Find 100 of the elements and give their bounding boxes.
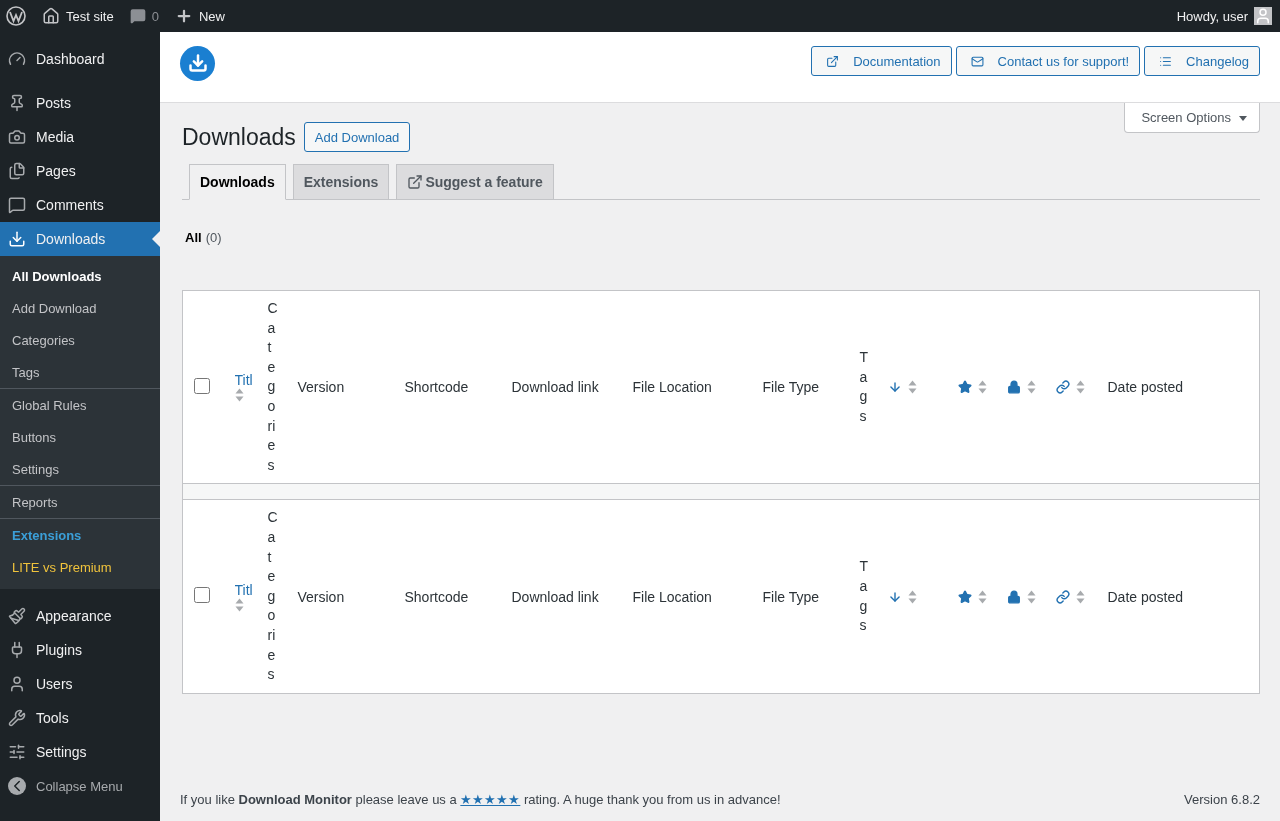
sort-arrows-icon[interactable] (977, 380, 987, 395)
camera-icon (8, 128, 26, 146)
greeting-link[interactable]: Howdy, user (1176, 8, 1248, 24)
submenu-item[interactable]: Add Download (0, 292, 160, 324)
brush-icon (8, 607, 26, 625)
submenu-item[interactable]: LITE vs Premium (0, 551, 160, 583)
chevron-circle-icon (8, 777, 26, 795)
column-header: Tags (859, 348, 868, 426)
collapse-menu-button[interactable]: Collapse Menu (0, 769, 160, 803)
list-icon (1159, 54, 1173, 68)
tab[interactable]: Extensions (292, 164, 390, 200)
link-icon (1055, 380, 1070, 395)
menu-label: Media (36, 129, 75, 145)
sort-arrows-icon[interactable] (1026, 589, 1036, 604)
menu-label: Appearance (36, 608, 112, 624)
star-icon (957, 380, 972, 395)
menu-label: Downloads (36, 231, 106, 247)
sort-arrows-icon[interactable] (234, 597, 244, 612)
menu-label: Users (36, 676, 73, 692)
column-header: File Type (762, 379, 820, 396)
menu-item[interactable]: Appearance (0, 599, 160, 633)
column-header: Version (297, 588, 345, 605)
submenu-item[interactable]: Global Rules (0, 389, 160, 421)
menu-label: Tools (36, 710, 69, 726)
menu-item[interactable]: Users (0, 667, 160, 701)
gauge-icon (8, 50, 26, 68)
submenu-item[interactable]: Buttons (0, 421, 160, 453)
submenu-item[interactable]: Tags (0, 356, 160, 388)
select-all-checkbox[interactable] (194, 587, 210, 603)
submenu-item[interactable]: All Downloads (0, 260, 160, 292)
download-logo-icon (180, 45, 215, 81)
pin-icon (8, 94, 26, 112)
arrow-down-icon (887, 589, 902, 604)
menu-item[interactable]: Posts (0, 86, 160, 120)
sort-arrows-icon[interactable] (234, 388, 244, 403)
column-header: File Type (762, 588, 820, 605)
menu-item[interactable]: Media (0, 120, 160, 154)
header-button[interactable]: Documentation (811, 46, 952, 76)
tab[interactable]: Suggest a feature (396, 164, 554, 200)
menu-item[interactable]: Plugins (0, 633, 160, 667)
column-header: Categories (267, 508, 276, 685)
submenu-item[interactable]: Categories (0, 324, 160, 356)
rating-link[interactable]: ★★★★★ (460, 791, 521, 807)
header-button[interactable]: Contact us for support! (955, 46, 1141, 76)
avatar-icon (1254, 7, 1272, 25)
envelope-icon (970, 54, 984, 68)
sort-arrows-icon[interactable] (1075, 380, 1085, 395)
menu-label: Dashboard (36, 51, 105, 67)
column-header: Download link (511, 588, 599, 605)
column-header: Date posted (1107, 379, 1183, 396)
submenu-item[interactable]: Extensions (0, 519, 160, 551)
sort-arrows-icon[interactable] (1075, 589, 1085, 604)
speech-bubble-icon (8, 196, 26, 214)
sort-arrows-icon[interactable] (907, 380, 917, 395)
link-icon (1055, 589, 1070, 604)
select-all-checkbox[interactable] (194, 377, 210, 394)
menu-item[interactable]: Downloads (0, 222, 160, 256)
sliders-icon (8, 743, 26, 761)
column-header: Date posted (1107, 588, 1183, 605)
sort-arrows-icon[interactable] (977, 589, 987, 604)
filter-link[interactable]: All (185, 230, 202, 245)
lock-icon (1006, 589, 1021, 604)
menu-item[interactable]: Comments (0, 188, 160, 222)
header-button[interactable]: Changelog (1144, 46, 1260, 76)
menu-label: Pages (36, 163, 76, 179)
menu-item[interactable]: Dashboard (0, 42, 160, 76)
menu-label: Plugins (36, 642, 82, 658)
menu-item[interactable]: Pages (0, 154, 160, 188)
page-title: Downloads (182, 123, 296, 151)
sort-arrows-icon[interactable] (907, 589, 917, 604)
add-download-button[interactable]: Add Download (303, 122, 411, 152)
person-icon (8, 675, 26, 693)
column-header: Tags (859, 557, 868, 636)
menu-item[interactable]: Tools (0, 701, 160, 735)
home-icon (42, 7, 60, 25)
submenu-item[interactable]: Settings (0, 453, 160, 485)
comment-count[interactable]: 0 (151, 8, 159, 24)
title-column-header[interactable]: Titl (234, 581, 258, 598)
menu-item[interactable]: Settings (0, 735, 160, 769)
column-header: Version (297, 379, 345, 396)
wrench-icon (8, 709, 26, 727)
screen-options-button[interactable]: Screen Options (1124, 103, 1260, 133)
arrow-down-icon (887, 380, 902, 395)
new-link[interactable]: New (198, 8, 225, 24)
star-icon (957, 589, 972, 604)
column-header: File Location (632, 379, 712, 396)
menu-label: Settings (36, 744, 87, 760)
lock-icon (1006, 380, 1021, 395)
sort-arrows-icon[interactable] (1026, 380, 1036, 395)
submenu-item[interactable]: Reports (0, 486, 160, 518)
column-header: File Location (632, 588, 712, 605)
external-link-icon (826, 54, 840, 68)
column-header: Shortcode (404, 588, 469, 605)
version-text: Version 6.8.2 (1184, 791, 1260, 807)
tab[interactable]: Downloads (189, 164, 286, 200)
wordpress-logo-icon[interactable] (6, 6, 26, 26)
site-name-link[interactable]: Test site (66, 8, 114, 24)
filter-count: (0) (205, 230, 222, 245)
column-header: Categories (267, 299, 276, 475)
title-column-header[interactable]: Titl (234, 372, 258, 389)
